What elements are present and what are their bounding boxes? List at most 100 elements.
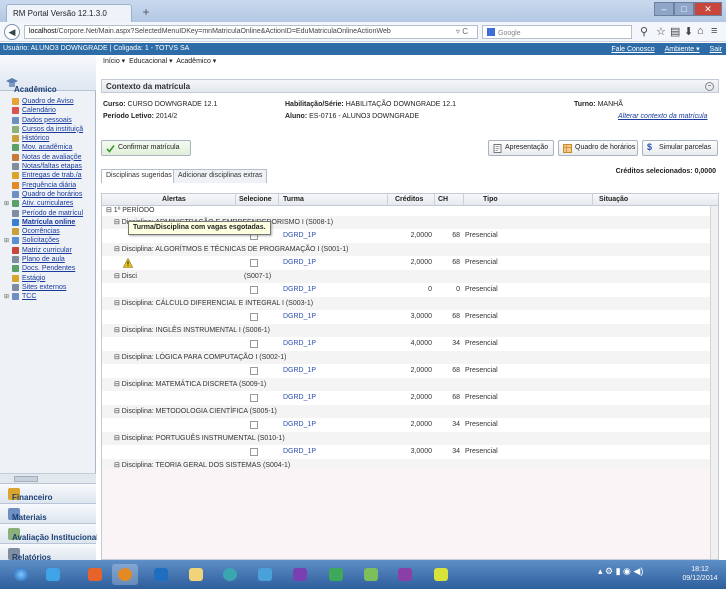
sidebar-item[interactable]: Estágio [0,274,96,283]
sidebar-item[interactable]: ⊞ Solicitações [0,236,96,245]
turma-link[interactable]: DGRD_1P [283,337,316,351]
taskbar-app-teal[interactable] [217,564,243,585]
col-alertas[interactable]: Alertas [162,196,186,203]
sidebar-item[interactable]: Matrícula online [0,218,96,227]
taskbar-onenote[interactable] [392,564,418,585]
discipline-row[interactable]: ⊟ Disci (S007-1) [102,269,718,283]
alterar-contexto-link[interactable]: Alterar contexto da matrícula [618,113,708,120]
sidebar-item[interactable]: Plano de aula [0,255,96,264]
select-checkbox[interactable] [250,285,258,294]
sidebar-item[interactable]: Ocorrências [0,227,96,236]
select-checkbox[interactable] [250,393,258,402]
collapse-icon[interactable]: – [705,82,714,91]
select-checkbox[interactable] [250,312,258,321]
tab-adicionar-disciplinas[interactable]: Adicionar disciplinas extras [173,169,268,183]
menu-icon[interactable]: ≡ [711,25,717,37]
menu-academico[interactable]: Acadêmico ▾ [176,58,216,65]
discipline-row[interactable]: ⊟ Disciplina: METODOLOGIA CIENTÍFICA (S0… [102,404,718,418]
start-button[interactable] [8,564,34,585]
col-selecione[interactable]: Selecione [239,196,272,203]
sidebar-section-avaliacao[interactable]: Avaliação Institucional [0,523,98,543]
taskbar-ie[interactable] [40,564,66,585]
back-button[interactable]: ◀ [4,24,20,40]
browser-tab[interactable]: RM Portal Versão 12.1.3.0 [6,4,132,22]
sidebar-item[interactable]: Notas de avaliaçõe [0,153,96,162]
turma-link[interactable]: DGRD_1P [283,283,316,297]
discipline-row[interactable]: ⊟ Disciplina: PORTUGUÊS INSTRUMENTAL (S0… [102,431,718,445]
turma-link[interactable]: DGRD_1P [283,256,316,270]
search-icon[interactable]: ⚲ [640,25,648,38]
apresentacao-button[interactable]: Apresentação [488,140,554,156]
taskbar-explorer[interactable] [183,564,209,585]
turma-link[interactable]: DGRD_1P [283,418,316,432]
sidebar-item[interactable]: ⊞ TCC [0,292,96,301]
taskbar-outlook[interactable] [148,564,174,585]
warning-icon[interactable] [123,257,133,268]
new-tab-button[interactable]: + [136,5,156,20]
col-creditos[interactable]: Créditos [395,196,423,203]
select-checkbox[interactable] [250,258,258,267]
maximize-button[interactable]: □ [674,2,694,16]
download-icon[interactable]: ⬇ [684,25,693,38]
minimize-button[interactable]: – [654,2,674,16]
sidebar-item[interactable]: Quadro de Aviso [0,97,96,106]
select-checkbox[interactable] [250,366,258,375]
fale-conosco-link[interactable]: Fale Conosco [611,46,654,53]
menu-educacional[interactable]: Educacional ▾ [129,58,173,65]
quadro-horarios-button[interactable]: Quadro de horários [558,140,638,156]
discipline-row[interactable]: ⊟ Disciplina: LÓGICA PARA COMPUTAÇÃO I (… [102,350,718,364]
select-checkbox[interactable] [250,339,258,348]
col-situacao[interactable]: Situação [599,196,628,203]
sidebar-item[interactable]: Docs. Pendentes [0,264,96,273]
sidebar-section-relatorios[interactable]: Relatórios [0,543,96,562]
taskbar-app-green[interactable] [323,564,349,585]
select-checkbox[interactable] [250,447,258,456]
taskbar-firefox[interactable] [112,564,138,585]
sidebar-item[interactable]: ⊞ Ativ. curriculares [0,199,96,208]
taskbar-app-dots[interactable] [428,564,454,585]
scrollbar-thumb[interactable] [14,476,38,482]
sair-link[interactable]: Sair [710,46,722,53]
tree-expander-icon[interactable]: ⊞ [4,237,9,245]
discipline-row[interactable]: ⊟ Disciplina: MATEMÁTICA DISCRETA (S009-… [102,377,718,391]
taskbar-app-chart[interactable] [358,564,384,585]
turma-link[interactable]: DGRD_1P [283,229,316,243]
home-icon[interactable]: ⌂ [697,25,704,37]
sidebar-item[interactable]: Quadro de horários [0,190,96,199]
col-tipo[interactable]: Tipo [483,196,498,203]
sidebar-item[interactable]: Período de matrícul [0,209,96,218]
sidebar-section-financeiro[interactable]: Financeiro [0,483,96,503]
bookmark-star-icon[interactable]: ☆ [656,25,666,38]
sidebar-item[interactable]: Notas/faltas etapas [0,162,96,171]
taskbar-app-link[interactable] [252,564,278,585]
sidebar-item[interactable]: Dados pessoais [0,116,96,125]
sidebar-item[interactable]: Sites externos [0,283,96,292]
col-ch[interactable]: CH [438,196,448,203]
taskbar-clock[interactable]: 18:12 09/12/2014 [678,565,722,583]
turma-link[interactable]: DGRD_1P [283,391,316,405]
sidebar-item[interactable]: Entregas de trab./a [0,171,96,180]
system-tray[interactable]: ▴ ⚙ ▮ ◉ ◀) [598,566,643,577]
taskbar-app-orange[interactable] [82,564,108,585]
ambiente-menu[interactable]: Ambiente ▾ [665,46,700,53]
bookmarks-icon[interactable]: ▤ [670,25,680,38]
confirmar-matricula-button[interactable]: Confirmar matrícula [101,140,191,156]
simular-parcelas-button[interactable]: $ Simular parcelas [642,140,718,156]
sidebar-item[interactable]: Frequência diária [0,181,96,190]
sidebar-item[interactable]: Mov. acadêmica [0,143,96,152]
menu-inicio[interactable]: Início ▾ [103,58,125,65]
turma-link[interactable]: DGRD_1P [283,310,316,324]
col-turma[interactable]: Turma [283,196,304,203]
sidebar-item[interactable]: Cursos da instituiçã [0,125,96,134]
close-window-button[interactable]: ✕ [694,2,722,16]
sidebar-scrollbar[interactable] [0,473,96,483]
tab-disciplinas-sugeridas[interactable]: Disciplinas sugeridas [101,169,177,183]
reload-icon[interactable]: ▿ C [456,27,468,36]
discipline-row[interactable]: ⊟ Disciplina: CÁLCULO DIFERENCIAL E INTE… [102,296,718,310]
sidebar-item[interactable]: Calendário [0,106,96,115]
group-row[interactable]: ⊟ 1º PERÍODO [102,206,718,216]
turma-link[interactable]: DGRD_1P [283,445,316,459]
search-input[interactable]: Google [482,25,632,39]
tree-expander-icon[interactable]: ⊞ [4,293,9,301]
discipline-row[interactable]: ⊟ Disciplina: ALGORÍTMOS E TÉCNICAS DE P… [102,242,718,256]
